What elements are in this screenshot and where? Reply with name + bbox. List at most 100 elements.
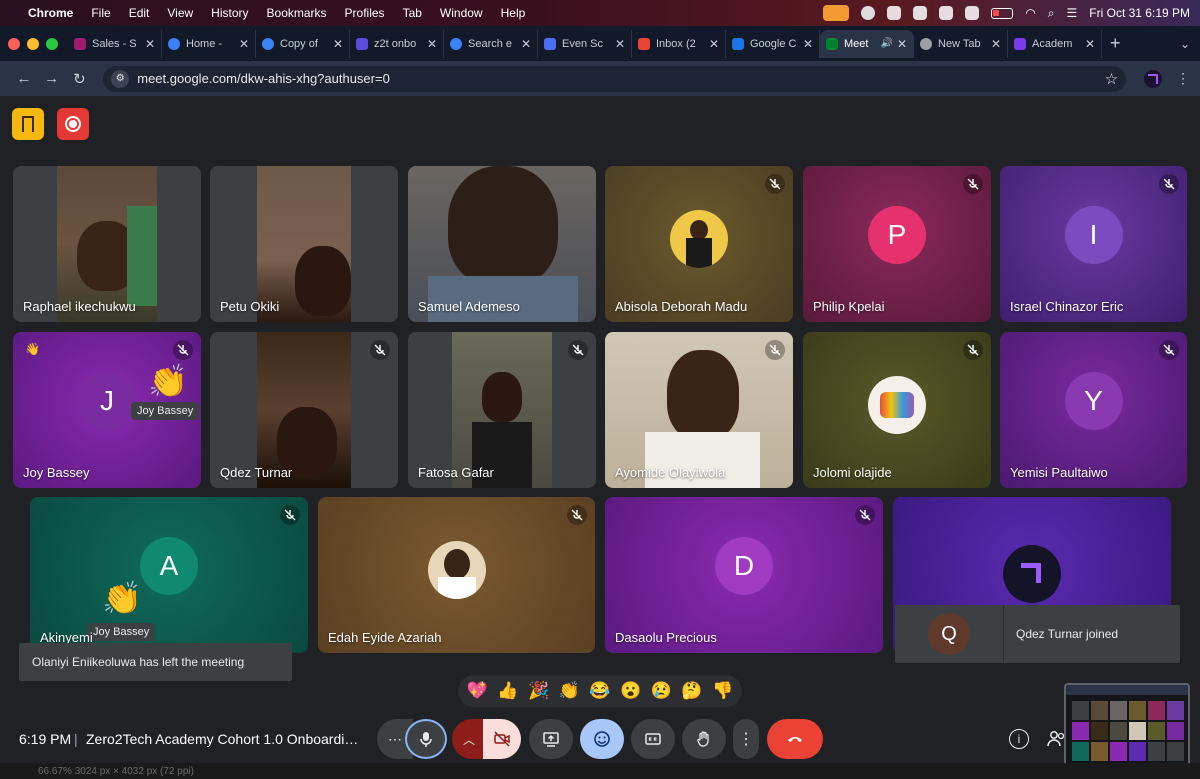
- clock-datetime[interactable]: Fri Oct 31 6:19 PM: [1089, 6, 1190, 20]
- battery-icon[interactable]: [991, 7, 1014, 19]
- menu-history[interactable]: History: [211, 6, 248, 20]
- minimize-window-button[interactable]: [27, 37, 39, 50]
- raise-hand-button[interactable]: [682, 719, 726, 759]
- tab-google-calendar[interactable]: Google C ✕: [726, 29, 820, 58]
- widget-icon[interactable]: [965, 6, 980, 20]
- close-tab-icon[interactable]: ✕: [1085, 37, 1095, 51]
- party-popper-reaction-button[interactable]: 🎉: [528, 681, 549, 701]
- address-bar[interactable]: ⚙ meet.google.com/dkw-ahis-xhg?authuser=…: [103, 65, 1127, 92]
- captions-button[interactable]: [631, 719, 675, 759]
- close-tab-icon[interactable]: ✕: [145, 37, 155, 51]
- tab-search-chevron-icon[interactable]: ⌄: [1180, 37, 1190, 51]
- close-tab-icon[interactable]: ✕: [333, 37, 343, 51]
- sparkling-heart-reaction-button[interactable]: 💖: [467, 681, 488, 701]
- menu-tab[interactable]: Tab: [403, 6, 422, 20]
- thumbs-down-reaction-button[interactable]: 👎: [712, 681, 733, 701]
- menu-view[interactable]: View: [167, 6, 193, 20]
- extension-icon[interactable]: [1144, 69, 1162, 88]
- menu-window[interactable]: Window: [440, 6, 483, 20]
- kebab-menu-icon[interactable]: ⋮: [1176, 70, 1190, 87]
- tab-sales[interactable]: Sales - S ✕: [68, 29, 162, 58]
- menu-profiles[interactable]: Profiles: [345, 6, 385, 20]
- tab-meet[interactable]: Meet 🔊 ✕: [820, 29, 914, 58]
- leave-call-button[interactable]: [767, 719, 823, 759]
- close-tab-icon[interactable]: ✕: [709, 37, 719, 51]
- clap-reaction-button[interactable]: 👏: [559, 681, 580, 701]
- bookmark-star-icon[interactable]: ☆: [1105, 70, 1118, 88]
- meeting-clock: 6:19 PM: [19, 730, 72, 747]
- participant-tile-yemisi[interactable]: Y Yemisi Paultaiwo: [1000, 332, 1187, 488]
- participant-tile-samuel[interactable]: Samuel Ademeso: [408, 166, 596, 322]
- close-tab-icon[interactable]: ✕: [239, 37, 249, 51]
- reload-icon[interactable]: ↻: [66, 70, 94, 88]
- close-window-button[interactable]: [8, 37, 20, 50]
- thumbs-up-reaction-button[interactable]: 👍: [497, 681, 518, 701]
- menu-edit[interactable]: Edit: [129, 6, 150, 20]
- cursor-app-icon[interactable]: [887, 6, 902, 20]
- surprised-reaction-button[interactable]: 😮: [620, 681, 641, 701]
- participant-name: Ayomide Olayiwola: [615, 465, 726, 480]
- menu-app-name[interactable]: Chrome: [28, 6, 73, 20]
- participant-tile-raphael[interactable]: Raphael ikechukwu: [13, 166, 201, 322]
- screen-share-icon[interactable]: [861, 6, 876, 20]
- recording-button[interactable]: [57, 108, 89, 140]
- close-tab-icon[interactable]: ✕: [991, 37, 1001, 51]
- close-tab-icon[interactable]: ✕: [427, 37, 437, 51]
- wifi-icon[interactable]: ◠: [1025, 6, 1035, 20]
- menu-bookmarks[interactable]: Bookmarks: [267, 6, 327, 20]
- close-tab-icon[interactable]: ✕: [615, 37, 625, 51]
- back-arrow-icon[interactable]: ←: [10, 70, 38, 87]
- tab-home[interactable]: Home - ✕: [162, 29, 256, 58]
- menu-file[interactable]: File: [91, 6, 110, 20]
- thinking-reaction-button[interactable]: 🤔: [681, 681, 702, 701]
- menu-help[interactable]: Help: [501, 6, 526, 20]
- laughing-reaction-button[interactable]: 😂: [589, 681, 610, 701]
- site-info-icon[interactable]: ⚙: [111, 69, 130, 88]
- meeting-title: Zero2Tech Academy Cohort 1.0 Onboarding …: [86, 730, 366, 747]
- control-center-icon[interactable]: ☰: [1067, 6, 1078, 20]
- close-tab-icon[interactable]: ✕: [803, 37, 813, 51]
- companion-mode-button[interactable]: [12, 108, 44, 140]
- participant-tile-dasaolu[interactable]: D Dasaolu Precious: [605, 497, 883, 653]
- cursor-app-icon-2[interactable]: [913, 6, 928, 20]
- sad-reaction-button[interactable]: 😢: [651, 681, 672, 701]
- participant-tile-ayomide[interactable]: Ayomide Olayiwola: [605, 332, 793, 488]
- participant-tile-akinyemi[interactable]: A 👏 Joy Bassey Akinyemi: [30, 497, 308, 653]
- tab-new-tab[interactable]: New Tab ✕: [914, 29, 1008, 58]
- forward-arrow-icon[interactable]: →: [38, 70, 66, 87]
- tab-even-sc[interactable]: Even Sc ✕: [538, 29, 632, 58]
- tab-z2t-onboarding[interactable]: z2t onbo ✕: [350, 29, 444, 58]
- present-screen-button[interactable]: [529, 719, 573, 759]
- close-tab-icon[interactable]: ✕: [521, 37, 531, 51]
- speaker-icon[interactable]: 🔊: [880, 38, 892, 49]
- participant-tile-petu[interactable]: Petu Okiki: [210, 166, 398, 322]
- meeting-details-button[interactable]: i: [1009, 729, 1029, 749]
- more-options-button[interactable]: ⋮: [733, 719, 759, 759]
- participant-tile-edah[interactable]: Edah Eyide Azariah: [318, 497, 595, 653]
- participant-tile-philip[interactable]: P Philip Kpelai: [803, 166, 991, 322]
- muted-mic-icon: [855, 505, 875, 525]
- participant-tile-fatosa[interactable]: Fatosa Gafar: [408, 332, 596, 488]
- tab-inbox[interactable]: Inbox (2 ✕: [632, 29, 726, 58]
- participant-tile-abisola[interactable]: Abisola Deborah Madu: [605, 166, 793, 322]
- microphone-button[interactable]: [405, 719, 447, 759]
- participant-tile-qdez[interactable]: Qdez Turnar: [210, 332, 398, 488]
- new-tab-button[interactable]: +: [1110, 33, 1121, 54]
- participant-tile-joy[interactable]: 👋 J 👏 Joy Bassey Joy Bassey: [13, 332, 201, 488]
- url-text[interactable]: meet.google.com/dkw-ahis-xhg?authuser=0: [137, 71, 390, 86]
- close-tab-icon[interactable]: ✕: [897, 37, 907, 51]
- camera-button[interactable]: [483, 719, 521, 759]
- video-options-button[interactable]: ︿: [452, 719, 486, 759]
- tab-copy-of[interactable]: Copy of ✕: [256, 29, 350, 58]
- tab-search[interactable]: Search e ✕: [444, 29, 538, 58]
- mic-in-use-icon[interactable]: [823, 5, 850, 21]
- participant-tile-israel[interactable]: I Israel Chinazor Eric: [1000, 166, 1187, 322]
- emoji-reactions-button[interactable]: [580, 719, 624, 759]
- search-icon[interactable]: ⌕: [1048, 6, 1055, 21]
- zoom-window-button[interactable]: [46, 37, 58, 50]
- participant-avatar: [427, 541, 486, 599]
- word-icon[interactable]: [939, 6, 954, 20]
- self-view-thumbnail[interactable]: [1064, 683, 1190, 771]
- tab-academy[interactable]: Academ ✕: [1008, 29, 1102, 58]
- participant-tile-jolomi[interactable]: Jolomi olajide: [803, 332, 991, 488]
